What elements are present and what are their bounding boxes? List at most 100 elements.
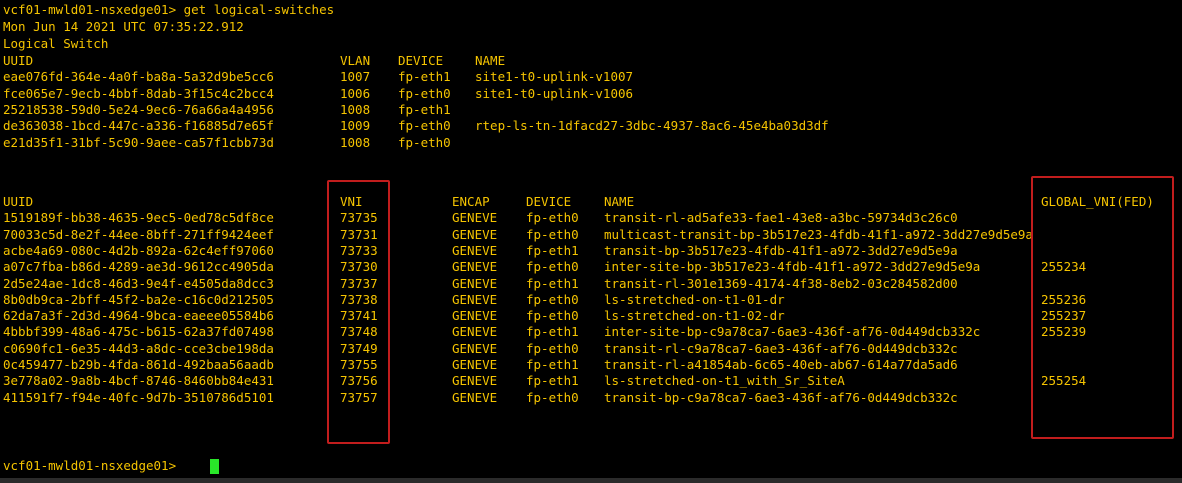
uuid-cell: 0c459477-b29b-4fda-861d-492baa56aadb [3,357,274,372]
encap-cell: GENEVE [452,226,498,242]
vlan-cell: 1006 [340,85,371,101]
name-cell: multicast-transit-bp-3b517e23-4fdb-41f1-… [604,226,1033,242]
encap-cell: GENEVE [452,340,498,356]
name-cell: NAME [475,53,506,68]
uuid-cell: UUID [3,53,34,68]
device-cell: DEVICE [398,53,444,68]
timestamp-line: Mon Jun 14 2021 UTC 07:35:22.912 [3,19,244,34]
encap-cell: GENEVE [452,357,498,372]
table-row: 0c459477-b29b-4fda-861d-492baa56aadb 7375… [3,357,1181,373]
table-row: 1519189f-bb38-4635-9ec5-0ed78c5df8ce 7373… [3,210,1181,226]
table-row: 62da7a3f-2d3d-4964-9bca-eaeee05584b6 7374… [3,308,1181,324]
encap-cell: GENEVE [452,259,498,275]
name-cell: transit-rl-ad5afe33-fae1-43e8-a3bc-59734… [604,210,958,226]
name-cell: transit-bp-3b517e23-4fdb-41f1-a972-3dd27… [604,242,958,258]
name-cell: ls-stretched-on-t1-02-dr [604,308,785,324]
table-row: c0690fc1-6e35-44d3-a8dc-cce3cbe198da 7374… [3,341,1181,357]
section-title: Logical Switch [3,36,109,51]
device-cell: fp-eth1 [526,357,579,372]
device-cell: fp-eth1 [526,242,579,258]
uuid-cell: e21d35f1-31bf-5c90-9aee-ca57f1cbb73d [3,134,274,150]
device-cell: fp-eth0 [526,226,579,242]
table-row: 4bbbf399-48a6-475c-b615-62a37fd07498 7374… [3,324,1181,340]
table-row: 8b0db9ca-2bff-45f2-ba2e-c16c0d212505 7373… [3,292,1181,308]
name-cell: site1-t0-uplink-v1007 [475,69,634,85]
terminal-window[interactable]: vcf01-mwld01-nsxedge01> get logical-swit… [0,0,1182,483]
table-row: 25218538-59d0-5e24-9ec6-76a66a4a4956 1008… [3,102,1181,118]
name-cell: transit-rl-301e1369-4174-4f38-8eb2-03c28… [604,275,958,291]
encap-cell: GENEVE [452,291,498,307]
uuid-cell: UUID [3,194,34,209]
encap-cell: GENEVE [452,242,498,258]
shell-prompt[interactable]: vcf01-mwld01-nsxedge01> [3,458,184,474]
device-cell: fp-eth0 [526,389,579,405]
uuid-cell: 8b0db9ca-2bff-45f2-ba2e-c16c0d212505 [3,291,274,307]
table-row: e21d35f1-31bf-5c90-9aee-ca57f1cbb73d 1008… [3,135,1181,151]
vlan-cell: 1007 [340,69,371,85]
device-cell: fp-eth0 [526,340,579,356]
name-cell: inter-site-bp-c9a78ca7-6ae3-436f-af76-0d… [604,324,981,340]
encap-cell: GENEVE [452,324,498,340]
table-row: fce065e7-9ecb-4bbf-8dab-3f15c4c2bcc4 1006… [3,86,1181,102]
table-row: 2d5e24ae-1dc8-46d3-9e4f-e4505da8dcc3 7373… [3,276,1181,292]
uuid-cell: 70033c5d-8e2f-44ee-8bff-271ff9424eef [3,226,274,242]
device-cell: fp-eth1 [398,101,451,117]
device-cell: fp-eth0 [398,85,451,101]
global-vni-column-highlight [1031,176,1174,439]
device-cell: fp-eth0 [526,210,579,226]
device-cell: fp-eth0 [526,308,579,324]
name-cell: NAME [604,194,635,209]
command-line: vcf01-mwld01-nsxedge01> get logical-swit… [3,2,335,17]
bottom-scroll-bar [0,478,1182,483]
name-cell: ls-stretched-on-t1-01-dr [604,291,785,307]
device-cell: DEVICE [526,194,572,209]
device-cell: fp-eth1 [526,275,579,291]
table-row: 70033c5d-8e2f-44ee-8bff-271ff9424eef 7373… [3,227,1181,243]
device-cell: fp-eth0 [526,259,579,275]
encap-cell: GENEVE [452,210,498,226]
device-cell: fp-eth1 [526,373,579,389]
name-cell: ls-stretched-on-t1_with_Sr_SiteA [604,373,845,389]
encap-cell: GENEVE [452,389,498,405]
device-cell: fp-eth0 [526,291,579,307]
uuid-cell: c0690fc1-6e35-44d3-a8dc-cce3cbe198da [3,340,274,356]
uuid-cell: 62da7a3f-2d3d-4964-9bca-eaeee05584b6 [3,308,274,324]
table-header-row: UUID VLAN DEVICE NAME [3,53,1181,69]
vlan-cell: 1009 [340,118,371,134]
encap-cell: ENCAP [452,194,490,209]
encap-cell: GENEVE [452,308,498,324]
name-cell: rtep-ls-tn-1dfacd27-3dbc-4937-8ac6-45e4b… [475,118,829,134]
uuid-cell: a07c7fba-b86d-4289-ae3d-9612cc4905da [3,259,274,275]
name-cell: transit-bp-c9a78ca7-6ae3-436f-af76-0d449… [604,389,958,405]
table-row: eae076fd-364e-4a0f-ba8a-5a32d9be5cc6 1007… [3,69,1181,85]
name-cell: inter-site-bp-3b517e23-4fdb-41f1-a972-3d… [604,259,981,275]
table-header-row: UUID VNI ENCAP DEVICE NAME GLOBAL_VNI(FED) [3,194,1181,210]
name-cell: transit-rl-c9a78ca7-6ae3-436f-af76-0d449… [604,340,958,356]
uuid-cell: de363038-1bcd-447c-a336-f16885d7e65f [3,118,274,134]
table-row: de363038-1bcd-447c-a336-f16885d7e65f 1009… [3,118,1181,134]
uuid-cell: fce065e7-9ecb-4bbf-8dab-3f15c4c2bcc4 [3,85,274,101]
name-cell: site1-t0-uplink-v1006 [475,85,634,101]
device-cell: fp-eth0 [398,134,451,150]
uuid-cell: acbe4a69-080c-4d2b-892a-62c4eff97060 [3,242,274,258]
uuid-cell: eae076fd-364e-4a0f-ba8a-5a32d9be5cc6 [3,69,274,85]
text-cursor [210,459,219,474]
encap-cell: GENEVE [452,275,498,291]
vni-column-highlight [327,180,390,444]
name-cell: transit-rl-a41854ab-6c65-40eb-ab67-614a7… [604,357,958,372]
uuid-cell: 3e778a02-9a8b-4bcf-8746-8460bb84e431 [3,373,274,389]
device-cell: fp-eth1 [526,324,579,340]
uuid-cell: 4bbbf399-48a6-475c-b615-62a37fd07498 [3,324,274,340]
table-row: 411591f7-f94e-40fc-9d7b-3510786d5101 7375… [3,390,1181,406]
vlan-cell: 1008 [340,134,371,150]
vlan-cell: VLAN [340,53,371,68]
table-row: a07c7fba-b86d-4289-ae3d-9612cc4905da 7373… [3,259,1181,275]
table-row: acbe4a69-080c-4d2b-892a-62c4eff97060 7373… [3,243,1181,259]
device-cell: fp-eth1 [398,69,451,85]
uuid-cell: 25218538-59d0-5e24-9ec6-76a66a4a4956 [3,101,274,117]
uuid-cell: 411591f7-f94e-40fc-9d7b-3510786d5101 [3,389,274,405]
uuid-cell: 2d5e24ae-1dc8-46d3-9e4f-e4505da8dcc3 [3,275,274,291]
uuid-cell: 1519189f-bb38-4635-9ec5-0ed78c5df8ce [3,210,274,226]
vlan-cell: 1008 [340,101,371,117]
table-row: 3e778a02-9a8b-4bcf-8746-8460bb84e431 7375… [3,373,1181,389]
